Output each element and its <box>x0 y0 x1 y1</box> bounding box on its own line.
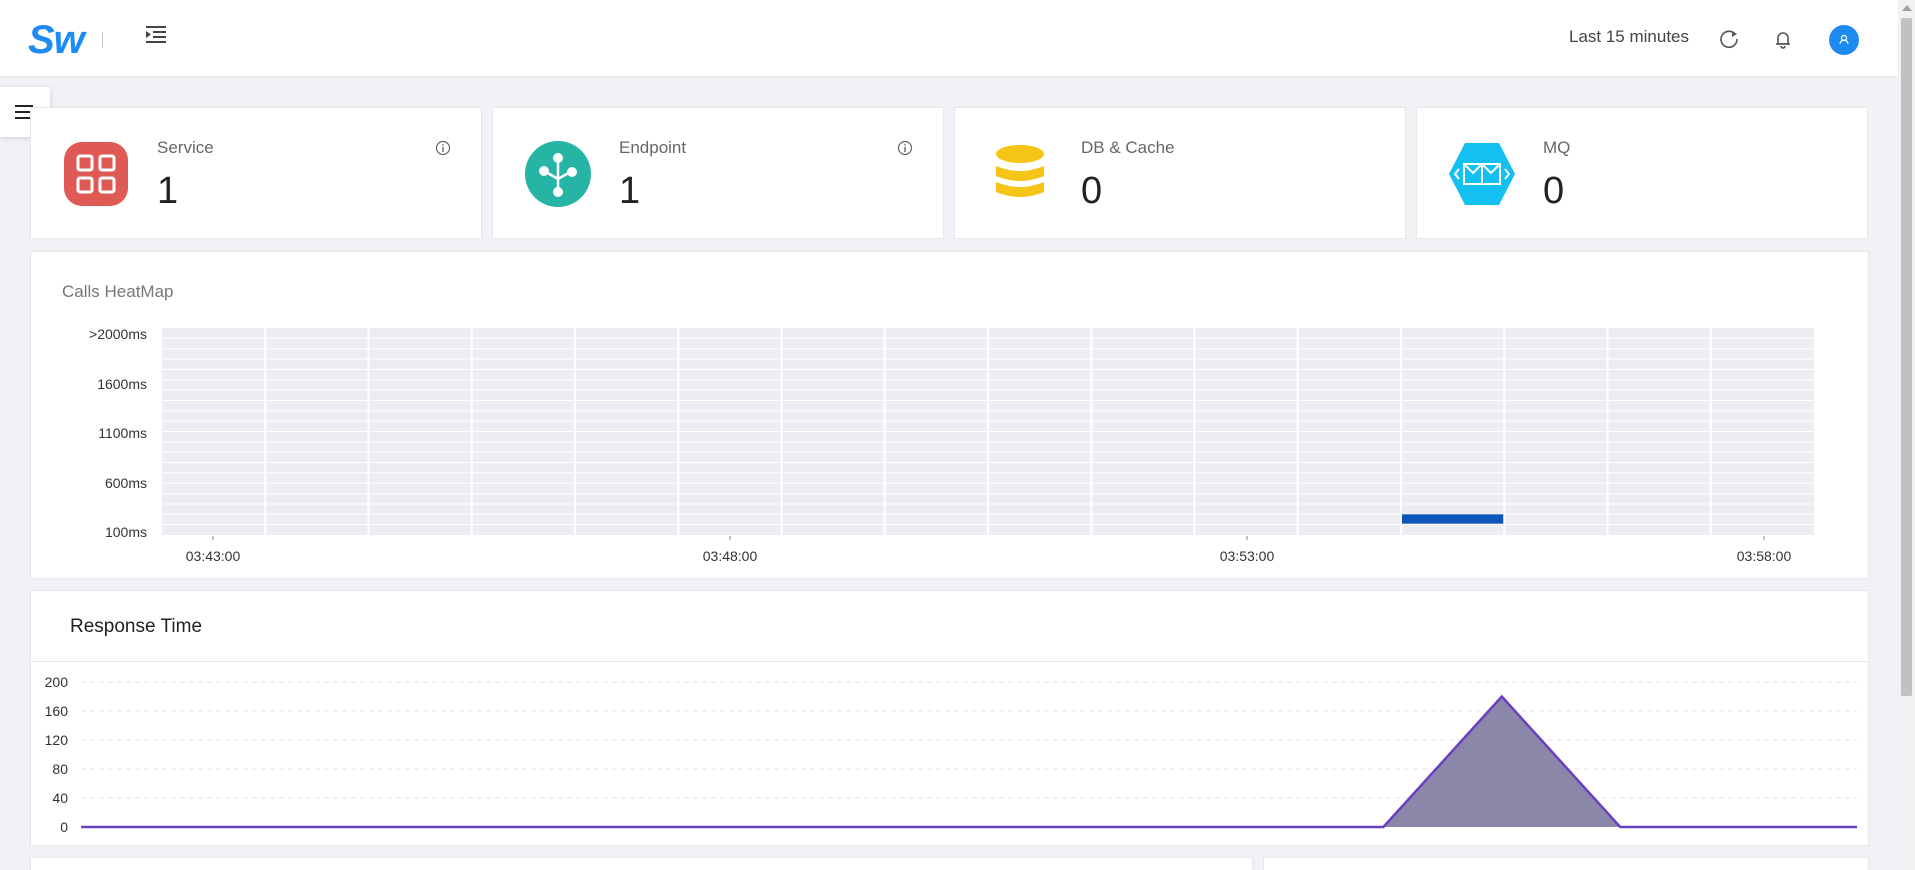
info-icon[interactable] <box>897 140 913 156</box>
stat-card-endpoint[interactable]: Endpoint 1 <box>492 107 944 239</box>
calls-heatmap-panel: Calls HeatMap >2000ms 1600ms 1100ms 600ms 10… <box>30 251 1869 579</box>
stat-card-db-cache[interactable]: DB & Cache 0 <box>954 107 1406 239</box>
menu-fold-icon[interactable] <box>145 24 167 46</box>
stat-value: 0 <box>1543 170 1565 212</box>
bell-icon[interactable] <box>1772 28 1794 50</box>
heatmap-y-label: 1100ms <box>98 425 147 441</box>
heatmap-cell[interactable] <box>1402 514 1504 524</box>
user-icon <box>1839 34 1849 45</box>
heatmap-x-label: 03:48:00 <box>703 548 758 564</box>
stat-label: DB & Cache <box>1081 138 1175 157</box>
endpoint-nodes-icon <box>525 141 591 207</box>
scroll-up-arrow-icon[interactable] <box>1902 5 1912 11</box>
heatmap-y-label: 600ms <box>105 475 147 491</box>
refresh-icon[interactable] <box>1718 28 1740 50</box>
stat-value: 0 <box>1081 170 1103 212</box>
heatmap-chart[interactable]: >2000ms 1600ms 1100ms 600ms 100ms 03:43:00 03:… <box>31 252 1870 580</box>
top-header: Sw Last 15 minutes <box>0 0 1898 77</box>
stat-value: 1 <box>619 170 641 212</box>
response-time-chart[interactable]: 0 40 80 120 160 200 <box>31 591 1870 847</box>
message-queue-icon <box>1449 143 1515 205</box>
heatmap-y-label: >2000ms <box>89 326 147 342</box>
rt-y-label: 120 <box>45 732 69 748</box>
heatmap-x-label: 03:43:00 <box>186 548 241 564</box>
app-logo[interactable]: Sw <box>28 18 85 63</box>
page-scrollbar[interactable] <box>1898 0 1915 870</box>
rt-y-label: 160 <box>45 703 69 719</box>
rt-area <box>81 696 1857 827</box>
apps-grid-icon <box>64 142 128 206</box>
user-avatar[interactable] <box>1829 25 1859 55</box>
scroll-thumb[interactable] <box>1901 18 1912 696</box>
info-icon[interactable] <box>435 140 451 156</box>
time-range-selector[interactable]: Last 15 minutes <box>1569 27 1689 47</box>
heatmap-x-label: 03:58:00 <box>1737 548 1792 564</box>
stat-label: MQ <box>1543 138 1571 157</box>
bottom-panel-left <box>30 857 1253 870</box>
rt-y-label: 80 <box>52 761 68 777</box>
stat-card-service[interactable]: Service 1 <box>30 107 482 239</box>
stat-value: 1 <box>157 170 179 212</box>
stat-card-mq[interactable]: MQ 0 <box>1416 107 1868 239</box>
rt-y-label: 40 <box>52 790 68 806</box>
stat-label: Endpoint <box>619 138 687 157</box>
rt-y-label: 0 <box>60 819 68 835</box>
heatmap-x-label: 03:53:00 <box>1220 548 1275 564</box>
heatmap-y-label: 1600ms <box>97 376 147 392</box>
logo-divider <box>102 32 103 48</box>
response-time-panel: Response Time 0 40 80 120 160 200 <box>30 590 1869 846</box>
bottom-panel-right <box>1263 857 1869 870</box>
rt-y-label: 200 <box>45 674 69 690</box>
database-icon <box>996 145 1044 197</box>
stat-label: Service <box>157 138 214 157</box>
heatmap-y-label: 100ms <box>105 524 147 540</box>
